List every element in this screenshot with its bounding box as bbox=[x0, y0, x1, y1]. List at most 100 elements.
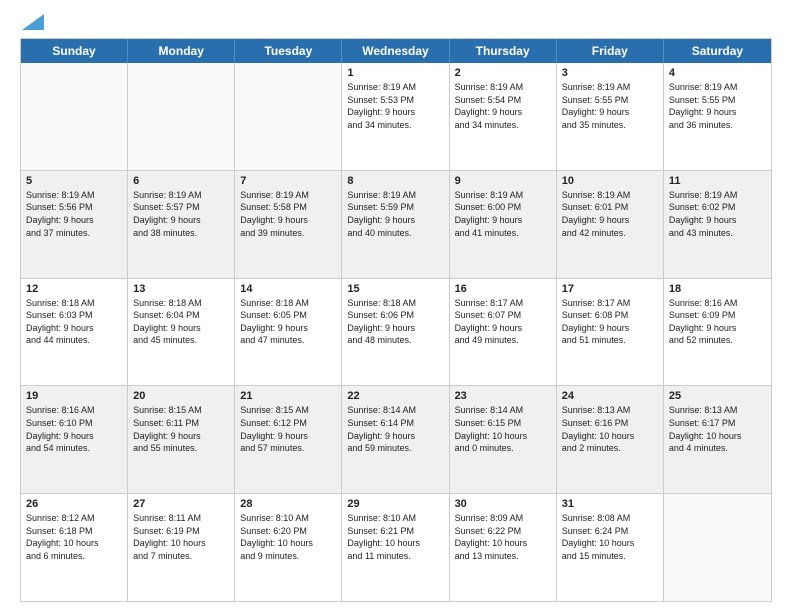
logo bbox=[20, 18, 44, 30]
calendar-cell: 4Sunrise: 8:19 AMSunset: 5:55 PMDaylight… bbox=[664, 63, 771, 170]
cell-text-line: and 9 minutes. bbox=[240, 550, 336, 563]
day-number: 7 bbox=[240, 175, 336, 187]
cell-text-line: Sunset: 6:12 PM bbox=[240, 417, 336, 430]
cell-text-line: Sunrise: 8:19 AM bbox=[347, 189, 443, 202]
calendar-cell: 22Sunrise: 8:14 AMSunset: 6:14 PMDayligh… bbox=[342, 386, 449, 493]
cell-text-line: Daylight: 9 hours bbox=[133, 430, 229, 443]
cell-text-line: and 15 minutes. bbox=[562, 550, 658, 563]
cell-text-line: Sunrise: 8:19 AM bbox=[133, 189, 229, 202]
cell-text-line: Sunrise: 8:17 AM bbox=[455, 297, 551, 310]
cell-text-line: Sunrise: 8:13 AM bbox=[669, 404, 766, 417]
cell-text-line: Sunset: 6:07 PM bbox=[455, 309, 551, 322]
cell-text-line: Sunset: 6:04 PM bbox=[133, 309, 229, 322]
cell-text-line: Daylight: 9 hours bbox=[562, 106, 658, 119]
day-number: 2 bbox=[455, 67, 551, 79]
calendar-cell: 24Sunrise: 8:13 AMSunset: 6:16 PMDayligh… bbox=[557, 386, 664, 493]
day-number: 3 bbox=[562, 67, 658, 79]
cell-text-line: and 34 minutes. bbox=[455, 119, 551, 132]
cell-text-line: Sunset: 6:20 PM bbox=[240, 525, 336, 538]
calendar-cell bbox=[128, 63, 235, 170]
day-number: 18 bbox=[669, 283, 766, 295]
cell-text-line: Daylight: 9 hours bbox=[347, 322, 443, 335]
cell-text-line: Daylight: 9 hours bbox=[455, 214, 551, 227]
cell-text-line: Sunset: 6:06 PM bbox=[347, 309, 443, 322]
cell-text-line: Daylight: 10 hours bbox=[133, 537, 229, 550]
header-day-tuesday: Tuesday bbox=[235, 39, 342, 63]
cell-text-line: Sunrise: 8:14 AM bbox=[347, 404, 443, 417]
cell-text-line: and 45 minutes. bbox=[133, 334, 229, 347]
calendar-row-5: 26Sunrise: 8:12 AMSunset: 6:18 PMDayligh… bbox=[21, 494, 771, 601]
cell-text-line: Sunrise: 8:18 AM bbox=[133, 297, 229, 310]
calendar-cell bbox=[235, 63, 342, 170]
cell-text-line: Sunrise: 8:13 AM bbox=[562, 404, 658, 417]
cell-text-line: Daylight: 10 hours bbox=[240, 537, 336, 550]
cell-text-line: Sunset: 5:57 PM bbox=[133, 201, 229, 214]
calendar-cell: 8Sunrise: 8:19 AMSunset: 5:59 PMDaylight… bbox=[342, 171, 449, 278]
page-header bbox=[20, 18, 772, 30]
day-number: 16 bbox=[455, 283, 551, 295]
cell-text-line: and 52 minutes. bbox=[669, 334, 766, 347]
header-day-thursday: Thursday bbox=[450, 39, 557, 63]
cell-text-line: Daylight: 10 hours bbox=[562, 430, 658, 443]
day-number: 28 bbox=[240, 498, 336, 510]
header-day-wednesday: Wednesday bbox=[342, 39, 449, 63]
calendar-cell bbox=[21, 63, 128, 170]
cell-text-line: Sunset: 6:05 PM bbox=[240, 309, 336, 322]
day-number: 11 bbox=[669, 175, 766, 187]
calendar-cell: 13Sunrise: 8:18 AMSunset: 6:04 PMDayligh… bbox=[128, 279, 235, 386]
calendar-cell: 19Sunrise: 8:16 AMSunset: 6:10 PMDayligh… bbox=[21, 386, 128, 493]
cell-text-line: Sunset: 5:53 PM bbox=[347, 94, 443, 107]
cell-text-line: Daylight: 9 hours bbox=[562, 322, 658, 335]
day-number: 24 bbox=[562, 390, 658, 402]
calendar-cell: 2Sunrise: 8:19 AMSunset: 5:54 PMDaylight… bbox=[450, 63, 557, 170]
cell-text-line: Sunrise: 8:18 AM bbox=[26, 297, 122, 310]
day-number: 8 bbox=[347, 175, 443, 187]
day-number: 5 bbox=[26, 175, 122, 187]
cell-text-line: Sunset: 6:17 PM bbox=[669, 417, 766, 430]
cell-text-line: and 37 minutes. bbox=[26, 227, 122, 240]
cell-text-line: Sunset: 6:01 PM bbox=[562, 201, 658, 214]
day-number: 22 bbox=[347, 390, 443, 402]
cell-text-line: Sunrise: 8:19 AM bbox=[347, 81, 443, 94]
cell-text-line: and 6 minutes. bbox=[26, 550, 122, 563]
cell-text-line: Sunset: 5:55 PM bbox=[562, 94, 658, 107]
cell-text-line: Sunrise: 8:19 AM bbox=[669, 189, 766, 202]
day-number: 30 bbox=[455, 498, 551, 510]
cell-text-line: Daylight: 9 hours bbox=[347, 430, 443, 443]
cell-text-line: and 48 minutes. bbox=[347, 334, 443, 347]
header-day-friday: Friday bbox=[557, 39, 664, 63]
cell-text-line: Sunrise: 8:16 AM bbox=[669, 297, 766, 310]
day-number: 10 bbox=[562, 175, 658, 187]
cell-text-line: and 49 minutes. bbox=[455, 334, 551, 347]
cell-text-line: and 54 minutes. bbox=[26, 442, 122, 455]
cell-text-line: Daylight: 9 hours bbox=[240, 214, 336, 227]
cell-text-line: and 41 minutes. bbox=[455, 227, 551, 240]
day-number: 25 bbox=[669, 390, 766, 402]
day-number: 27 bbox=[133, 498, 229, 510]
cell-text-line: Sunset: 5:55 PM bbox=[669, 94, 766, 107]
cell-text-line: and 0 minutes. bbox=[455, 442, 551, 455]
cell-text-line: Sunrise: 8:11 AM bbox=[133, 512, 229, 525]
calendar-cell: 12Sunrise: 8:18 AMSunset: 6:03 PMDayligh… bbox=[21, 279, 128, 386]
calendar-cell: 27 Sunrise: 8:11 AMSunset: 6:19 PMDayligh… bbox=[128, 494, 235, 601]
calendar-cell: 21Sunrise: 8:15 AMSunset: 6:12 PMDayligh… bbox=[235, 386, 342, 493]
cell-text-line: Sunset: 6:24 PM bbox=[562, 525, 658, 538]
cell-text-line: Sunset: 6:19 PM bbox=[133, 525, 229, 538]
cell-text-line: Sunrise: 8:09 AM bbox=[455, 512, 551, 525]
cell-text-line: Daylight: 9 hours bbox=[26, 430, 122, 443]
cell-text-line: and 44 minutes. bbox=[26, 334, 122, 347]
day-number: 17 bbox=[562, 283, 658, 295]
cell-text-line: and 55 minutes. bbox=[133, 442, 229, 455]
cell-text-line: and 11 minutes. bbox=[347, 550, 443, 563]
day-number: 15 bbox=[347, 283, 443, 295]
calendar-cell: 10Sunrise: 8:19 AMSunset: 6:01 PMDayligh… bbox=[557, 171, 664, 278]
day-number: 9 bbox=[455, 175, 551, 187]
cell-text-line: Daylight: 10 hours bbox=[455, 537, 551, 550]
cell-text-line: Daylight: 9 hours bbox=[26, 214, 122, 227]
cell-text-line: Sunrise: 8:10 AM bbox=[347, 512, 443, 525]
calendar-cell: 26Sunrise: 8:12 AMSunset: 6:18 PMDayligh… bbox=[21, 494, 128, 601]
calendar-row-2: 5Sunrise: 8:19 AMSunset: 5:56 PMDaylight… bbox=[21, 171, 771, 279]
cell-text-line: Sunset: 6:18 PM bbox=[26, 525, 122, 538]
cell-text-line: Daylight: 10 hours bbox=[669, 430, 766, 443]
cell-text-line: and 42 minutes. bbox=[562, 227, 658, 240]
